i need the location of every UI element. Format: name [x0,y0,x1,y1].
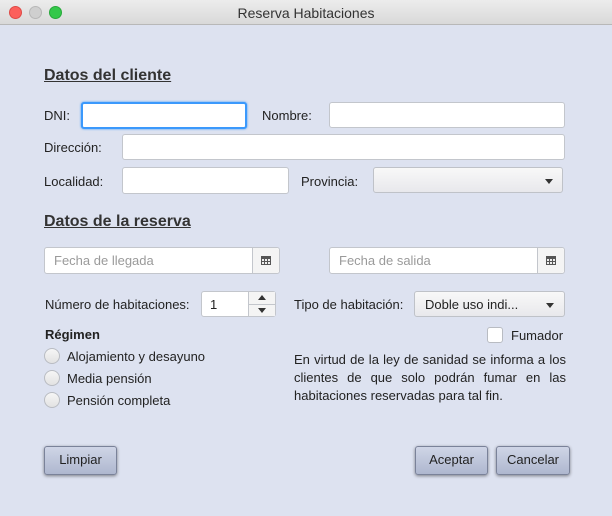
regime-radio-half-board[interactable] [44,370,60,386]
provincia-combobox[interactable] [373,167,563,193]
calendar-icon [546,256,556,265]
room-type-combobox[interactable]: Doble uso indi... [414,291,565,317]
reservation-section-heading: Datos de la reserva [44,213,191,230]
clear-button[interactable]: Limpiar [44,446,117,475]
client-section-heading: Datos del cliente [44,67,172,84]
window-titlebar: Reserva Habitaciones [0,0,612,25]
calendar-icon [261,256,271,265]
smoking-info-text: En virtud de la ley de sanidad se inform… [294,352,566,403]
window-title: Reserva Habitaciones [237,5,375,21]
regime-radio-bed-breakfast[interactable] [44,348,60,364]
nombre-field[interactable] [329,102,565,128]
regime-label-bed-breakfast[interactable]: Alojamiento y desayuno [67,349,205,364]
dni-label: DNI: [44,108,70,123]
chevron-down-icon [258,308,266,313]
decrement-button[interactable] [249,304,275,316]
smoker-checkbox[interactable] [487,327,503,343]
direccion-label: Dirección: [44,140,102,155]
localidad-label: Localidad: [44,174,104,189]
rooms-spinner[interactable]: 1 [201,291,276,317]
smoker-label[interactable]: Fumador [511,328,563,343]
direccion-field[interactable] [122,134,565,160]
arrival-calendar-button[interactable] [252,248,279,273]
regime-radio-full-board[interactable] [44,392,60,408]
localidad-field[interactable] [122,167,289,194]
chevron-down-icon [545,179,553,184]
provincia-label: Provincia: [301,174,359,189]
chevron-up-icon [258,295,266,300]
regime-heading: Régimen [45,327,100,342]
arrival-date-field[interactable]: Fecha de llegada [44,247,280,274]
regime-label-full-board[interactable]: Pensión completa [67,393,170,408]
dni-field[interactable] [81,102,247,129]
regime-label-half-board[interactable]: Media pensión [67,371,152,386]
cancel-button[interactable]: Cancelar [496,446,570,475]
chevron-down-icon [546,303,554,308]
rooms-label: Número de habitaciones: [45,297,190,312]
departure-calendar-button[interactable] [537,248,564,273]
room-type-label: Tipo de habitación: [294,297,404,312]
departure-date-field[interactable]: Fecha de salida [329,247,565,274]
accept-button[interactable]: Aceptar [415,446,488,475]
nombre-label: Nombre: [262,108,312,123]
